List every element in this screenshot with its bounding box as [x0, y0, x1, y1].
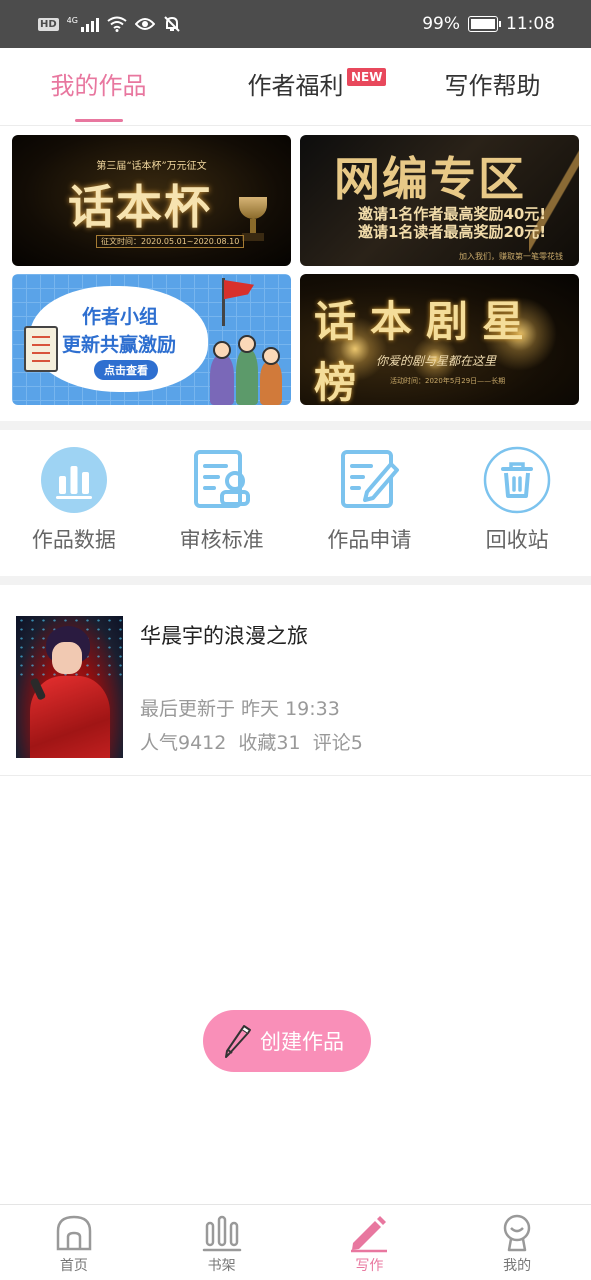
- edit-document-icon: [335, 446, 403, 514]
- wifi-icon: [107, 16, 127, 32]
- status-bar: HD 4G 99% 11:08: [0, 0, 591, 48]
- top-tabs: 我的作品 作者福利 NEW 写作帮助: [0, 48, 591, 126]
- new-badge: NEW: [347, 67, 387, 86]
- banner-title: 话本杯: [68, 180, 212, 234]
- tab-author-benefits[interactable]: 作者福利 NEW: [197, 48, 394, 126]
- status-icons-left: HD 4G: [38, 15, 181, 33]
- banner-subtitle: 第三届“话本杯”万元征文: [96, 161, 207, 172]
- work-updated-time: 最后更新于 昨天 19:33: [140, 698, 340, 720]
- status-icons-right: 99% 11:08: [422, 14, 555, 34]
- banner-footer: 活动时间：2020年5月29日——长期: [390, 377, 506, 385]
- bottom-nav: 首页 书架 写作 我的: [0, 1204, 591, 1280]
- network-type-label: 4G: [66, 16, 78, 25]
- clock: 11:08: [506, 14, 555, 34]
- eye-icon: [134, 18, 155, 30]
- cartoon-kid: [210, 355, 234, 405]
- cartoon-head: [213, 341, 231, 359]
- action-work-data[interactable]: 作品数据: [0, 432, 148, 576]
- nav-label: 写作: [355, 1258, 384, 1274]
- work-cover-image: [16, 616, 123, 758]
- banner-footer: 加入我们，赚取第一笔零花钱: [459, 252, 563, 261]
- banner-huaben-cup[interactable]: 第三届“话本杯”万元征文 话本杯 征文时间：2020.05.01~2020.08…: [12, 135, 291, 266]
- tab-writing-help[interactable]: 写作帮助: [394, 48, 591, 126]
- battery-percent: 99%: [422, 14, 460, 34]
- banner-title: 话本剧星榜: [314, 297, 539, 405]
- gold-stripe-decoration: [529, 135, 579, 266]
- flag-icon: [224, 280, 254, 300]
- battery-icon: [468, 16, 501, 32]
- clipboard-icon: [24, 326, 58, 372]
- action-recycle-bin[interactable]: 回收站: [443, 432, 591, 576]
- banner-line2: 邀请1名读者最高奖励20元!: [358, 223, 547, 241]
- mute-bell-icon: [164, 16, 180, 32]
- work-list-item[interactable]: 华晨宇的浪漫之旅 最后更新于 昨天 19:33 人气9412 收藏31 评论5: [0, 596, 591, 776]
- tab-my-works[interactable]: 我的作品: [0, 48, 197, 126]
- nav-bookshelf[interactable]: 书架: [148, 1205, 296, 1280]
- nav-home[interactable]: 首页: [0, 1205, 148, 1280]
- pencil-icon: [225, 1025, 251, 1058]
- tab-label: 我的作品: [50, 71, 147, 100]
- signal-icon: 4G: [67, 16, 99, 32]
- nav-label: 我的: [503, 1258, 532, 1274]
- action-label: 回收站: [485, 528, 549, 552]
- banner-author-group[interactable]: 作者小组 更新共赢激励 点击查看: [12, 274, 291, 405]
- bar-chart-icon: [40, 446, 108, 514]
- banner-drama-star-list[interactable]: 话本剧星榜 你爱的剧与星都在这里 活动时间：2020年5月29日——长期: [300, 274, 579, 405]
- banner-line2: 更新共赢激励: [62, 334, 177, 356]
- work-title: 华晨宇的浪漫之旅: [140, 624, 308, 648]
- work-stats: 人气9412 收藏31 评论5: [140, 732, 363, 754]
- banner-grid: 第三届“话本杯”万元征文 话本杯 征文时间：2020.05.01~2020.08…: [12, 135, 580, 407]
- review-standard-icon: [188, 446, 256, 514]
- action-work-apply[interactable]: 作品申请: [296, 432, 444, 576]
- banner-title: 网编专区: [334, 152, 526, 206]
- action-label: 审核标准: [179, 528, 264, 552]
- section-divider: [0, 576, 591, 585]
- action-label: 作品数据: [31, 528, 116, 552]
- action-label: 作品申请: [327, 528, 412, 552]
- banner-line1: 作者小组: [82, 306, 159, 328]
- nav-label: 首页: [59, 1258, 88, 1274]
- create-work-label: 创建作品: [260, 1030, 344, 1054]
- quick-actions: 作品数据 审核标准 作品申请 回收站: [0, 432, 591, 576]
- nav-write[interactable]: 写作: [296, 1205, 444, 1280]
- cartoon-head: [238, 335, 256, 353]
- cartoon-kid: [260, 361, 282, 405]
- section-divider: [0, 421, 591, 430]
- hd-icon: HD: [38, 17, 59, 31]
- banner-view-button[interactable]: 点击查看: [94, 360, 158, 380]
- bookshelf-icon: [202, 1213, 242, 1253]
- home-icon: [54, 1213, 94, 1253]
- cartoon-head: [262, 347, 280, 365]
- banner-date: 征文时间：2020.05.01~2020.08.10: [96, 235, 245, 248]
- tab-label: 作者福利: [247, 71, 344, 100]
- cartoon-kid: [236, 349, 258, 405]
- banner-subtitle: 你爱的剧与星都在这里: [376, 354, 497, 368]
- nav-label: 书架: [207, 1258, 236, 1274]
- pencil-icon: [349, 1213, 389, 1253]
- action-review-standard[interactable]: 审核标准: [148, 432, 296, 576]
- profile-icon: [497, 1213, 537, 1253]
- nav-profile[interactable]: 我的: [443, 1205, 591, 1280]
- tab-label: 写作帮助: [444, 71, 541, 100]
- banner-editor-zone[interactable]: 网编专区 邀请1名作者最高奖励40元! 邀请1名读者最高奖励20元! 加入我们，…: [300, 135, 579, 266]
- create-work-button[interactable]: 创建作品: [203, 1010, 371, 1072]
- trash-icon: [483, 446, 551, 514]
